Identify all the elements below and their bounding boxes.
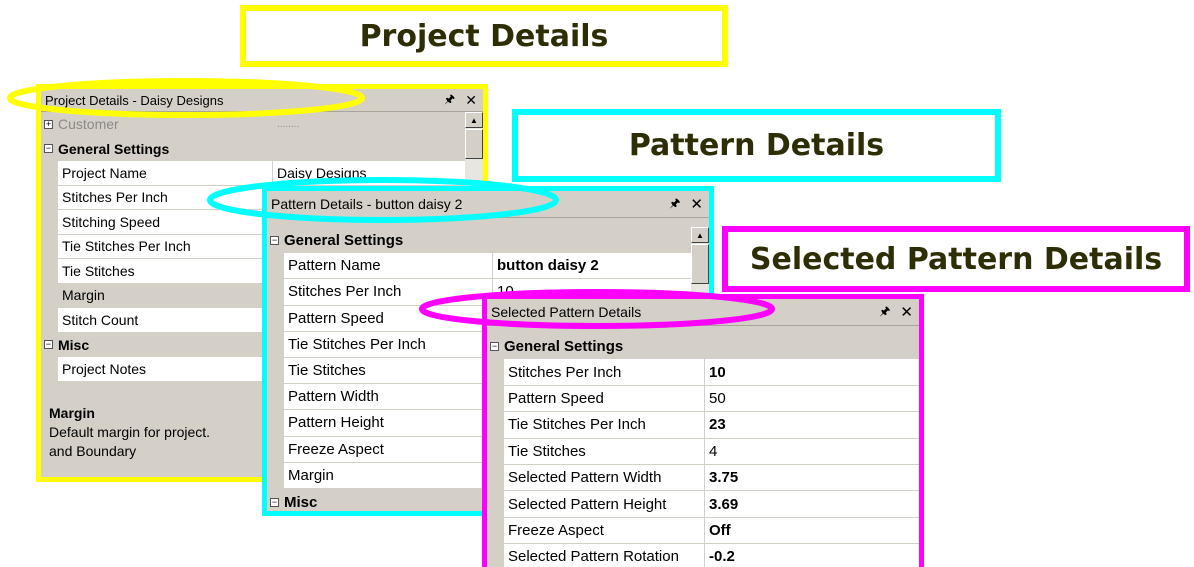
project-title-highlight	[7, 78, 365, 118]
selected-title-highlight	[419, 289, 775, 329]
pattern-title-highlight	[207, 177, 559, 223]
highlight-ellipses	[7, 78, 775, 329]
